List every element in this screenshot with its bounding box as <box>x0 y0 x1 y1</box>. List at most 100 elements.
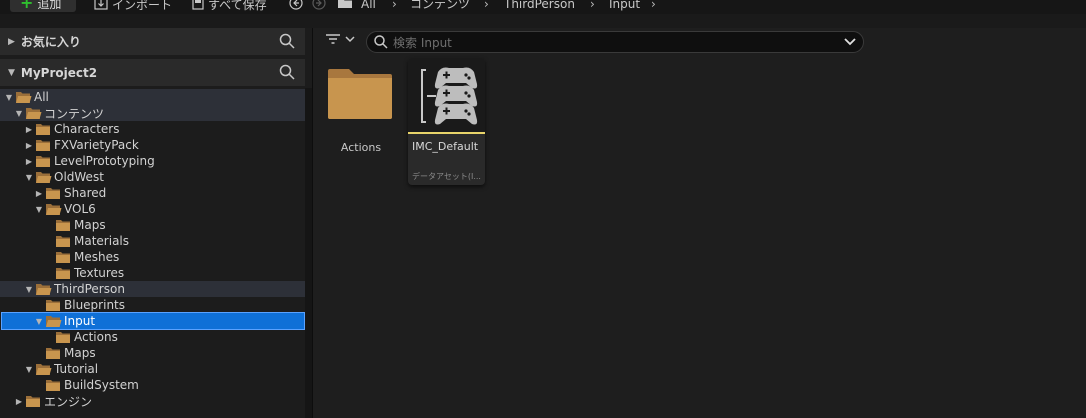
tree-item[interactable]: Maps <box>0 345 305 361</box>
folder-icon <box>46 379 60 391</box>
expanded-arrow-icon[interactable]: ▼ <box>4 93 14 102</box>
plus-icon: + <box>20 0 34 12</box>
expanded-arrow-icon[interactable]: ▼ <box>14 109 24 118</box>
tree-item[interactable]: ▶ FXVarietyPack <box>0 137 305 153</box>
folder-icon <box>56 251 70 263</box>
breadcrumb-content[interactable]: コンテンツ <box>410 0 470 12</box>
asset-thumbnail <box>408 58 485 132</box>
search-icon <box>374 35 388 49</box>
collapsed-arrow-icon[interactable]: ▶ <box>14 397 24 406</box>
project-header[interactable]: ▼ MyProject2 <box>0 59 305 86</box>
tree-item[interactable]: Actions <box>0 329 305 345</box>
collapsed-arrow-icon[interactable]: ▶ <box>34 189 44 198</box>
folder-open-icon <box>46 315 62 327</box>
import-button[interactable]: インポート <box>94 0 172 12</box>
tree-item[interactable]: Blueprints <box>0 297 305 313</box>
chevron-down-icon[interactable] <box>843 34 857 48</box>
back-icon[interactable] <box>289 0 303 10</box>
tree-item[interactable]: ▼ ThirdPerson <box>0 281 305 297</box>
search-icon[interactable] <box>279 64 295 80</box>
breadcrumb-input[interactable]: Input <box>609 0 640 12</box>
collapsed-arrow-icon[interactable]: ▶ <box>24 125 34 134</box>
search-icon[interactable] <box>279 33 295 49</box>
add-button[interactable]: + 追加 <box>10 0 76 12</box>
search-input[interactable]: 検索 Input <box>366 31 864 53</box>
add-button-label: 追加 <box>37 0 62 11</box>
folder-open-icon <box>36 171 52 183</box>
favorites-header[interactable]: ▶ お気に入り <box>0 28 305 55</box>
filter-button[interactable] <box>325 33 356 45</box>
expanded-arrow-icon[interactable]: ▼ <box>24 173 34 182</box>
tree-item-label: Materials <box>74 234 130 248</box>
tree-item[interactable]: ▶ エンジン <box>0 393 305 409</box>
tree-item-label: エンジン <box>44 394 93 409</box>
collapsed-arrow-icon[interactable]: ▶ <box>24 157 34 166</box>
folder-icon <box>56 331 70 343</box>
folder-icon <box>36 139 50 151</box>
folder-icon <box>36 123 50 135</box>
tree-item[interactable]: ▶ Shared <box>0 185 305 201</box>
tree-item[interactable]: Maps <box>0 217 305 233</box>
tree-item[interactable]: ▼ All <box>0 89 305 105</box>
tree-item-label: ThirdPerson <box>54 282 125 296</box>
expanded-arrow-icon[interactable]: ▼ <box>34 205 44 214</box>
folder-icon <box>36 155 50 167</box>
forward-icon[interactable] <box>312 0 326 10</box>
tree-scrollbar[interactable] <box>305 88 312 418</box>
tree-item-label: FXVarietyPack <box>54 138 139 152</box>
tree-item[interactable]: ▶ LevelPrototyping <box>0 153 305 169</box>
tree-item-label: Input <box>64 314 96 328</box>
tree-item[interactable]: ▼ OldWest <box>0 169 305 185</box>
folder-icon <box>46 187 60 199</box>
tree-item[interactable]: Meshes <box>0 249 305 265</box>
tree-item-label: Tutorial <box>54 362 99 376</box>
expanded-arrow-icon[interactable]: ▼ <box>24 365 34 374</box>
breadcrumb-separator: › <box>651 0 656 11</box>
tree-item[interactable]: BuildSystem <box>0 377 305 393</box>
tree-item-label: Maps <box>64 346 96 360</box>
folder-tree: ▼ All ▼ コンテンツ ▶ Characters ▶ FXVarietyPack ▶ Leve… <box>0 88 305 418</box>
collapsed-arrow-icon[interactable]: ▶ <box>24 141 34 150</box>
folder-icon <box>328 69 392 119</box>
tree-item-label: Maps <box>74 218 106 232</box>
folder-icon <box>56 219 70 231</box>
tree-item[interactable]: ▼ コンテンツ <box>0 105 305 121</box>
chevron-down-icon <box>345 36 355 43</box>
toolbar: + 追加 インポート すべて保存 All › コンテンツ › ThirdPers… <box>0 0 1086 14</box>
expanded-arrow-icon[interactable]: ▼ <box>34 317 44 326</box>
breadcrumb-all[interactable]: All <box>361 0 376 12</box>
breadcrumb-thirdperson[interactable]: ThirdPerson <box>504 0 575 12</box>
import-label: インポート <box>112 0 173 12</box>
tree-item[interactable]: Materials <box>0 233 305 249</box>
expanded-arrow-icon[interactable]: ▼ <box>24 285 34 294</box>
tree-item-label: コンテンツ <box>44 106 105 121</box>
breadcrumb-separator: › <box>392 0 397 11</box>
save-all-label: すべて保存 <box>208 0 267 12</box>
tree-item-label: Textures <box>74 266 125 280</box>
asset-type: データアセット(I... <box>412 172 481 181</box>
folder-icon <box>56 267 70 279</box>
tree-item-label: BuildSystem <box>64 378 139 392</box>
folder-open-icon <box>46 203 62 215</box>
tree-item-label: Meshes <box>74 250 120 264</box>
tree-item-label: OldWest <box>54 170 104 184</box>
tree-item[interactable]: ▼ VOL6 <box>0 201 305 217</box>
collapsed-arrow-icon: ▶ <box>8 36 15 47</box>
save-all-button[interactable]: すべて保存 <box>192 0 267 12</box>
asset-tile-imc-default[interactable]: IMC_Default データアセット(I... <box>408 58 485 185</box>
sources-panel: ▶ お気に入り ▼ MyProject2 ▼ All ▼ コンテンツ ▶ Characte… <box>0 28 313 418</box>
tree-item[interactable]: ▼ Input <box>1 312 305 330</box>
asset-type-bar <box>408 132 485 134</box>
tree-item[interactable]: Textures <box>0 265 305 281</box>
tree-item-label: All <box>34 90 49 104</box>
folder-icon <box>46 347 60 359</box>
folder-tile-label: Actions <box>340 141 382 154</box>
folder-icon <box>338 0 352 8</box>
folder-tile-actions[interactable]: Actions <box>323 68 399 158</box>
tree-item[interactable]: ▶ Characters <box>0 121 305 137</box>
tree-item-label: Shared <box>64 186 107 200</box>
tree-item[interactable]: ▼ Tutorial <box>0 361 305 377</box>
tree-item-label: VOL6 <box>64 202 96 216</box>
gamepad-icon <box>421 67 478 125</box>
import-icon <box>94 0 108 10</box>
